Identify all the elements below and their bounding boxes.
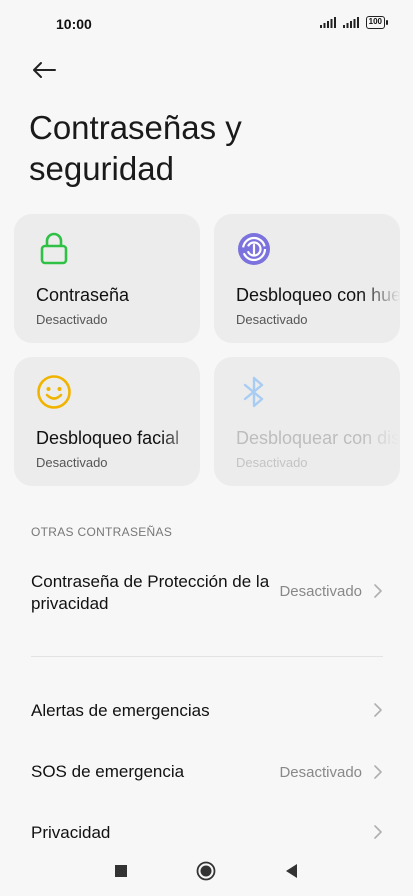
arrow-left-icon [33, 62, 56, 78]
signal-icon [342, 17, 359, 28]
emergency-sos-row[interactable]: SOS de emergencia Desactivado [0, 751, 413, 793]
card-title: Desbloqueo facial [36, 428, 180, 448]
lock-icon [40, 232, 68, 265]
divider [31, 656, 383, 657]
signal-icon [319, 17, 336, 28]
chevron-right-icon [374, 703, 382, 717]
page-title: Contraseñas y seguridad [29, 109, 242, 187]
recents-square-icon[interactable] [114, 864, 128, 878]
bluetooth-unlock-card[interactable]: Desbloquear con dispositivo Bluetooth De… [214, 357, 400, 486]
status-time: 10:00 [56, 16, 92, 32]
card-status: Desactivado [36, 312, 108, 327]
row-value: Desactivado [279, 583, 362, 600]
status-icons: 100 [319, 16, 389, 29]
navigation-bar [0, 847, 413, 896]
row-label: SOS de emergencia [31, 762, 185, 781]
card-status: Desactivado [236, 455, 308, 470]
password-card[interactable]: Contraseña Desactivado [14, 214, 200, 343]
chevron-right-icon [374, 825, 382, 839]
privacy-row[interactable]: Privacidad [0, 812, 413, 847]
privacy-protection-password-row[interactable]: Contraseña de Protección de la privacida… [0, 565, 413, 625]
back-triangle-icon[interactable] [284, 863, 298, 879]
card-status: Desactivado [36, 455, 108, 470]
fingerprint-unlock-card[interactable]: Desbloqueo con huella dactilar Desactiva… [214, 214, 400, 343]
home-circle-icon[interactable] [196, 861, 216, 881]
row-label: Alertas de emergencias [31, 701, 210, 720]
face-unlock-card[interactable]: Desbloqueo facial Desactivado [14, 357, 200, 486]
back-button[interactable] [24, 50, 64, 90]
card-title: Contraseña [36, 285, 130, 305]
fingerprint-icon [238, 233, 270, 265]
section-header: OTRAS CONTRASEÑAS [31, 525, 173, 539]
chevron-right-icon [374, 765, 382, 779]
smiley-icon [37, 375, 71, 409]
status-bar: 10:00 100 [0, 0, 413, 48]
bluetooth-icon [243, 376, 264, 408]
emergency-alerts-row[interactable]: Alertas de emergencias [0, 690, 413, 732]
row-label: Contraseña de Protección de la privacida… [31, 572, 270, 613]
card-status: Desactivado [236, 312, 308, 327]
row-label: Privacidad [31, 823, 111, 842]
battery-icon: 100 [365, 16, 389, 29]
chevron-right-icon [374, 584, 382, 598]
row-value: Desactivado [279, 764, 362, 781]
